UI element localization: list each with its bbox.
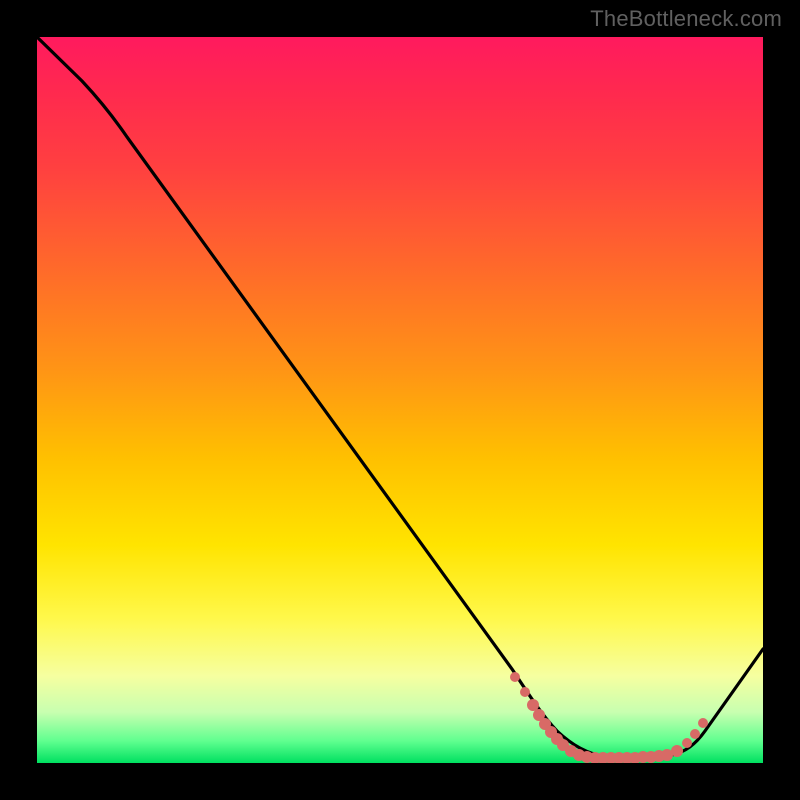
bottleneck-curve: [37, 37, 763, 763]
chart-frame: TheBottleneck.com: [0, 0, 800, 800]
curve-path: [37, 37, 763, 758]
watermark-text: TheBottleneck.com: [590, 6, 782, 32]
data-points: [510, 672, 708, 763]
plot-area: [37, 37, 763, 763]
